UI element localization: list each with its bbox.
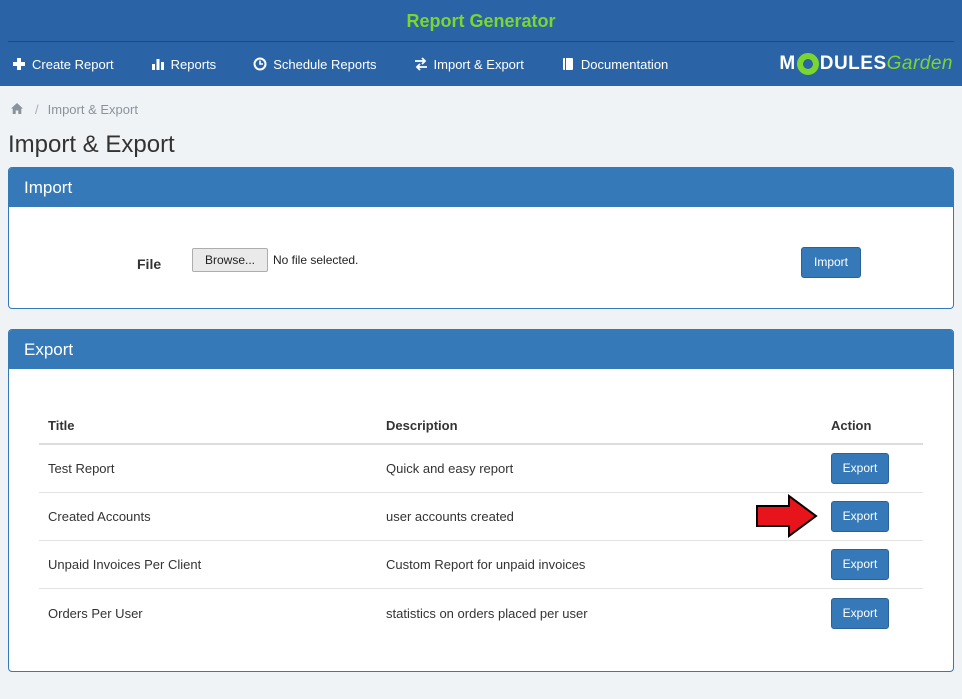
nav-import-export[interactable]: Import & Export (414, 57, 524, 72)
nav-documentation-label: Documentation (580, 56, 669, 72)
row-description: statistics on orders placed per user (386, 605, 588, 621)
export-button[interactable]: Export (831, 453, 889, 484)
breadcrumb-separator: / (35, 101, 39, 117)
column-action: Action (831, 417, 872, 433)
nav-import-export-label: Import & Export (433, 56, 524, 72)
home-icon[interactable] (11, 102, 23, 117)
page-title: Import & Export (8, 131, 175, 158)
browse-button[interactable]: Browse... (192, 248, 268, 272)
table-row: Created Accounts user accounts created E… (39, 493, 923, 541)
exchange-icon (414, 57, 429, 71)
export-button[interactable]: Export (831, 549, 889, 580)
export-table: Title Description Action Test Report Qui… (39, 407, 923, 637)
top-header: Report Generator Create Report Reports S… (0, 0, 962, 86)
nav-schedule-reports-label: Schedule Reports (273, 56, 377, 72)
import-panel-heading: Import (9, 168, 953, 207)
export-button[interactable]: Export (831, 597, 889, 629)
file-status: No file selected. (273, 253, 359, 267)
row-title: Test Report (48, 461, 115, 476)
import-button[interactable]: Import (801, 247, 861, 278)
nav-schedule-reports[interactable]: Schedule Reports (253, 56, 377, 72)
clock-icon (253, 57, 268, 71)
table-row: Orders Per User statistics on orders pla… (39, 589, 923, 637)
red-arrow-icon (756, 494, 818, 538)
table-header: Title Description Action (39, 407, 923, 445)
table-row: Unpaid Invoices Per Client Custom Report… (39, 541, 923, 589)
bar-chart-icon (151, 57, 166, 71)
table-row: Test Report Quick and easy report Export (39, 445, 923, 493)
nav-create-report-label: Create Report (32, 56, 114, 72)
nav-reports-label: Reports (170, 56, 217, 72)
nav-reports[interactable]: Reports (151, 56, 217, 72)
row-title: Created Accounts (48, 509, 151, 524)
main-nav: Create Report Reports Schedule Reports I… (12, 42, 705, 86)
nav-create-report[interactable]: Create Report (12, 57, 114, 72)
export-panel-heading: Export (9, 330, 953, 369)
import-panel: Import File Browse... No file selected. … (8, 167, 954, 309)
breadcrumb: / Import & Export (11, 101, 138, 117)
breadcrumb-current: Import & Export (47, 101, 138, 117)
row-title: Unpaid Invoices Per Client (48, 557, 202, 572)
logo-circle-icon (796, 53, 819, 75)
row-description: Quick and easy report (386, 461, 514, 476)
nav-documentation[interactable]: Documentation (561, 57, 668, 72)
column-title: Title (48, 417, 75, 433)
export-panel: Export Title Description Action Test Rep… (8, 329, 954, 672)
plus-icon (12, 57, 27, 71)
modulesgarden-logo: M DULES Garden (779, 53, 953, 75)
row-title: Orders Per User (48, 605, 143, 621)
export-button[interactable]: Export (831, 501, 889, 532)
book-icon (561, 57, 576, 71)
column-description: Description (386, 417, 458, 433)
file-label: File (137, 256, 162, 272)
app-title: Report Generator (406, 11, 556, 31)
row-description: Custom Report for unpaid invoices (386, 557, 586, 572)
